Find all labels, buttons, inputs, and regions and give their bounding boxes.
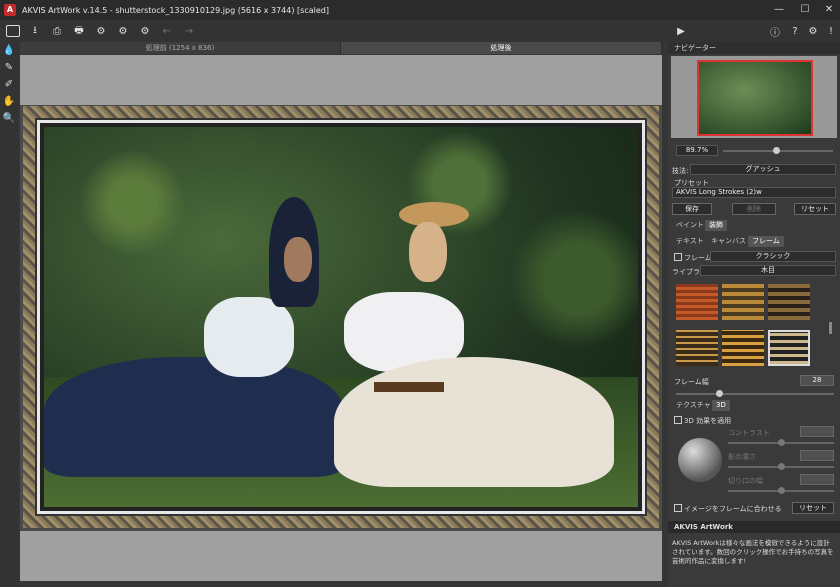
info-icon[interactable]: ⓘ: [766, 23, 784, 39]
frame-thumb-5[interactable]: [722, 330, 764, 366]
app-logo: A: [4, 4, 16, 16]
zoom-icon[interactable]: 🔍: [0, 110, 18, 127]
ornate-frame: [23, 106, 659, 528]
save-icon[interactable]: ⭳: [26, 23, 44, 39]
toolbar: ⭳ ⎙ 🖶 ⚙ ⚙ ⚙ ← → ▶ ⓘ ? ⚙ !: [0, 20, 840, 42]
navigator-header: ナビゲーター: [668, 42, 840, 54]
window-title: AKVIS ArtWork v.14.5 - shutterstock_1330…: [22, 5, 329, 15]
hand-icon[interactable]: ✋: [0, 93, 18, 110]
frame-thumb-3[interactable]: [768, 284, 810, 320]
method-dropdown[interactable]: グアッシュ: [690, 164, 836, 175]
3d-contrast-value[interactable]: [800, 426, 834, 437]
maximize-button[interactable]: ☐: [792, 0, 818, 20]
fit-checkbox[interactable]: [674, 504, 682, 512]
frame-type-dropdown[interactable]: クラシック: [710, 251, 836, 262]
preset-reset-button[interactable]: リセット: [794, 203, 836, 215]
run-icon[interactable]: ▶: [672, 23, 690, 39]
canvas-tabs: 処理前 (1254 x 836) 処理後: [20, 42, 662, 54]
help-icon[interactable]: ?: [786, 23, 804, 39]
minimize-button[interactable]: —: [766, 0, 792, 20]
stroke-icon[interactable]: ✐: [0, 76, 18, 93]
redo-icon[interactable]: →: [180, 23, 198, 39]
3d-shadow-label: 影の濃さ: [728, 453, 756, 461]
left-toolbar: 💧 ✎ ✐ ✋ 🔍: [0, 42, 18, 587]
tab-text[interactable]: テキスト: [672, 236, 708, 247]
method-label: 技法:: [672, 167, 689, 175]
settings-icon[interactable]: ⚙: [804, 23, 822, 39]
3d-contrast-slider[interactable]: [728, 439, 834, 446]
navigator-title: ナビゲーター: [674, 44, 716, 52]
share-icon[interactable]: ⚙: [114, 23, 132, 39]
navigator-box[interactable]: [671, 56, 837, 138]
preset-dropdown[interactable]: AKVIS Long Strokes (2)w: [672, 187, 836, 198]
3d-shadow-value[interactable]: [800, 450, 834, 461]
preset-delete-button[interactable]: 削除: [732, 203, 776, 215]
frame-mat: [35, 118, 647, 516]
3d-checkbox-label: 3D 効果を適用: [684, 417, 732, 425]
zoom-dropdown[interactable]: 89.7%: [676, 145, 718, 156]
frame-thumb-4[interactable]: [676, 330, 718, 366]
3d-checkbox[interactable]: [674, 416, 682, 424]
batch-icon[interactable]: ⚙: [92, 23, 110, 39]
tab-frame[interactable]: フレーム: [748, 236, 784, 247]
preset-save-button[interactable]: 保存: [672, 203, 712, 215]
frame-thumb-6-selected[interactable]: [768, 330, 810, 366]
frame-width-label: フレーム幅: [674, 378, 709, 386]
fit-checkbox-label: イメージをフレームに合わせる: [684, 505, 782, 513]
close-button[interactable]: ✕: [816, 0, 840, 20]
tab-after[interactable]: 処理後: [341, 42, 662, 54]
library-scrollbar[interactable]: [829, 322, 832, 334]
info-text: AKVIS ArtWorkは様々な画法を模倣できるように設計されています。数回の…: [668, 537, 840, 587]
light-direction-sphere[interactable]: [678, 438, 722, 482]
export-icon[interactable]: ⎙: [48, 23, 66, 39]
painted-image: [44, 127, 638, 507]
3d-reset-button[interactable]: リセット: [792, 502, 834, 514]
3d-contrast-label: コントラスト: [728, 429, 770, 437]
frame-checkbox-label: フレーム: [684, 254, 712, 262]
frame-width-slider[interactable]: [676, 390, 834, 397]
frame-thumb-2[interactable]: [722, 284, 764, 320]
tab-3d[interactable]: 3D: [712, 400, 730, 411]
drop-icon[interactable]: 💧: [0, 42, 18, 59]
info-header: AKVIS ArtWork: [668, 521, 840, 533]
frame-thumb-1[interactable]: [676, 284, 718, 320]
zoom-slider[interactable]: [723, 147, 833, 154]
frame-checkbox[interactable]: [674, 253, 682, 261]
info-title: AKVIS ArtWork: [674, 523, 733, 531]
tab-canvas[interactable]: キャンバス: [707, 236, 750, 247]
tab-decoration[interactable]: 装飾: [705, 220, 727, 231]
brush-icon[interactable]: ✎: [0, 59, 18, 76]
navigator-thumbnail[interactable]: [697, 60, 813, 136]
frame-inner: [40, 123, 642, 511]
canvas-margin-bottom: [20, 531, 662, 581]
3d-cut-value[interactable]: [800, 474, 834, 485]
undo-icon[interactable]: ←: [158, 23, 176, 39]
open-image-icon[interactable]: [4, 23, 22, 39]
canvas-margin-top: [20, 55, 662, 105]
frame-width-value[interactable]: 28: [800, 375, 834, 386]
library-dropdown[interactable]: 木目: [700, 265, 836, 276]
notification-icon[interactable]: !: [822, 23, 840, 39]
3d-shadow-slider[interactable]: [728, 463, 834, 470]
tab-paint[interactable]: ペイント: [672, 220, 708, 231]
3d-cut-slider[interactable]: [728, 487, 834, 494]
plugin-icon[interactable]: ⚙: [136, 23, 154, 39]
3d-cut-label: 切り口の幅: [728, 477, 763, 485]
tab-before[interactable]: 処理前 (1254 x 836): [20, 42, 341, 54]
print-icon[interactable]: 🖶: [70, 23, 88, 39]
tab-texture[interactable]: テクスチャ: [672, 400, 715, 411]
title-bar: A AKVIS ArtWork v.14.5 - shutterstock_13…: [0, 0, 840, 20]
